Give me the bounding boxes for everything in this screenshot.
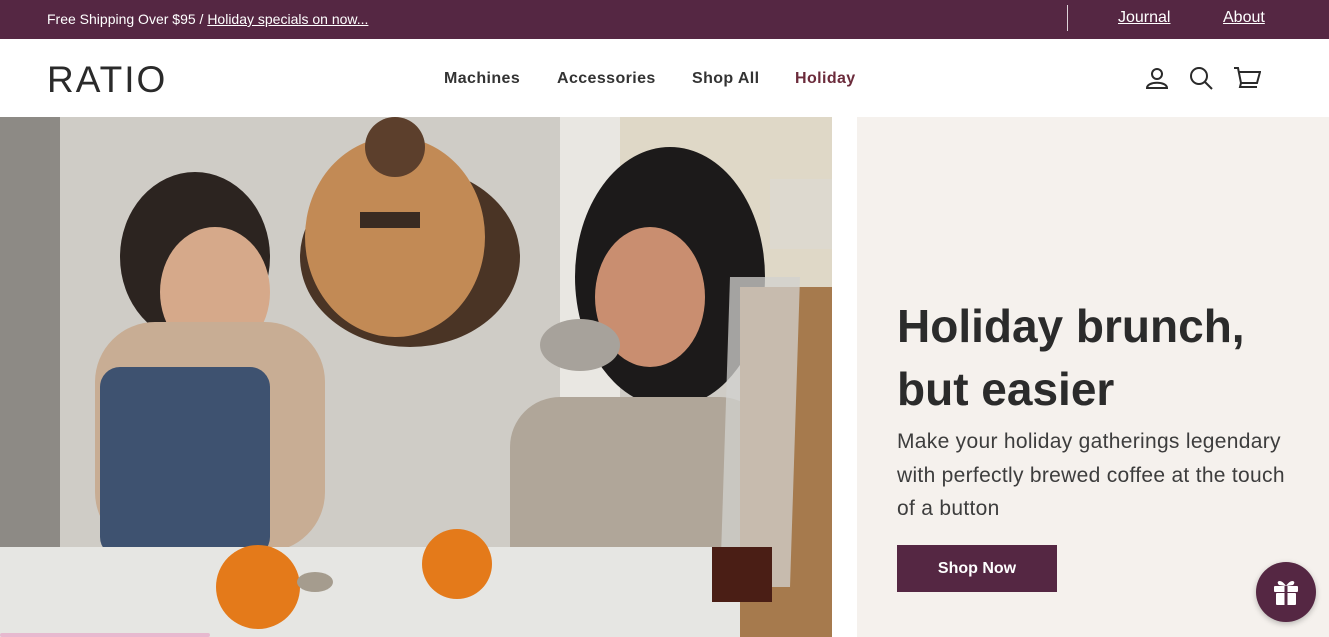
cart-icon[interactable] [1233, 65, 1262, 91]
hero-image [0, 117, 832, 637]
site-header: RATIO Machines Accessories Shop All Holi… [0, 39, 1329, 117]
search-icon[interactable] [1188, 65, 1214, 91]
announcement-bar: Free Shipping Over $95 / Holiday special… [0, 0, 1329, 39]
journal-link[interactable]: Journal [1118, 9, 1170, 27]
nav-machines[interactable]: Machines [444, 70, 520, 88]
hero-subtitle: Make your holiday gatherings legendary w… [897, 430, 1285, 520]
hero-title: Holiday brunch, but easier [897, 300, 1245, 415]
announcement-message: Free Shipping Over $95 / Holiday special… [47, 11, 368, 27]
gift-button[interactable] [1256, 562, 1316, 622]
announcement-divider [1067, 5, 1068, 31]
account-icon[interactable] [1144, 65, 1170, 91]
shop-now-button[interactable]: Shop Now [897, 545, 1057, 592]
hero-panel: Holiday brunch, but easier Make your hol… [857, 117, 1329, 637]
nav-shop-all[interactable]: Shop All [692, 70, 760, 88]
nav-holiday[interactable]: Holiday [795, 70, 856, 88]
logo[interactable]: RATIO [47, 59, 167, 101]
about-link[interactable]: About [1223, 9, 1265, 27]
holiday-specials-link[interactable]: Holiday specials on now... [207, 11, 368, 27]
announcement-text: Free Shipping Over $95 / [47, 11, 208, 27]
gift-icon [1274, 580, 1298, 605]
page-progress-strip [0, 633, 210, 637]
nav-accessories[interactable]: Accessories [557, 70, 656, 88]
